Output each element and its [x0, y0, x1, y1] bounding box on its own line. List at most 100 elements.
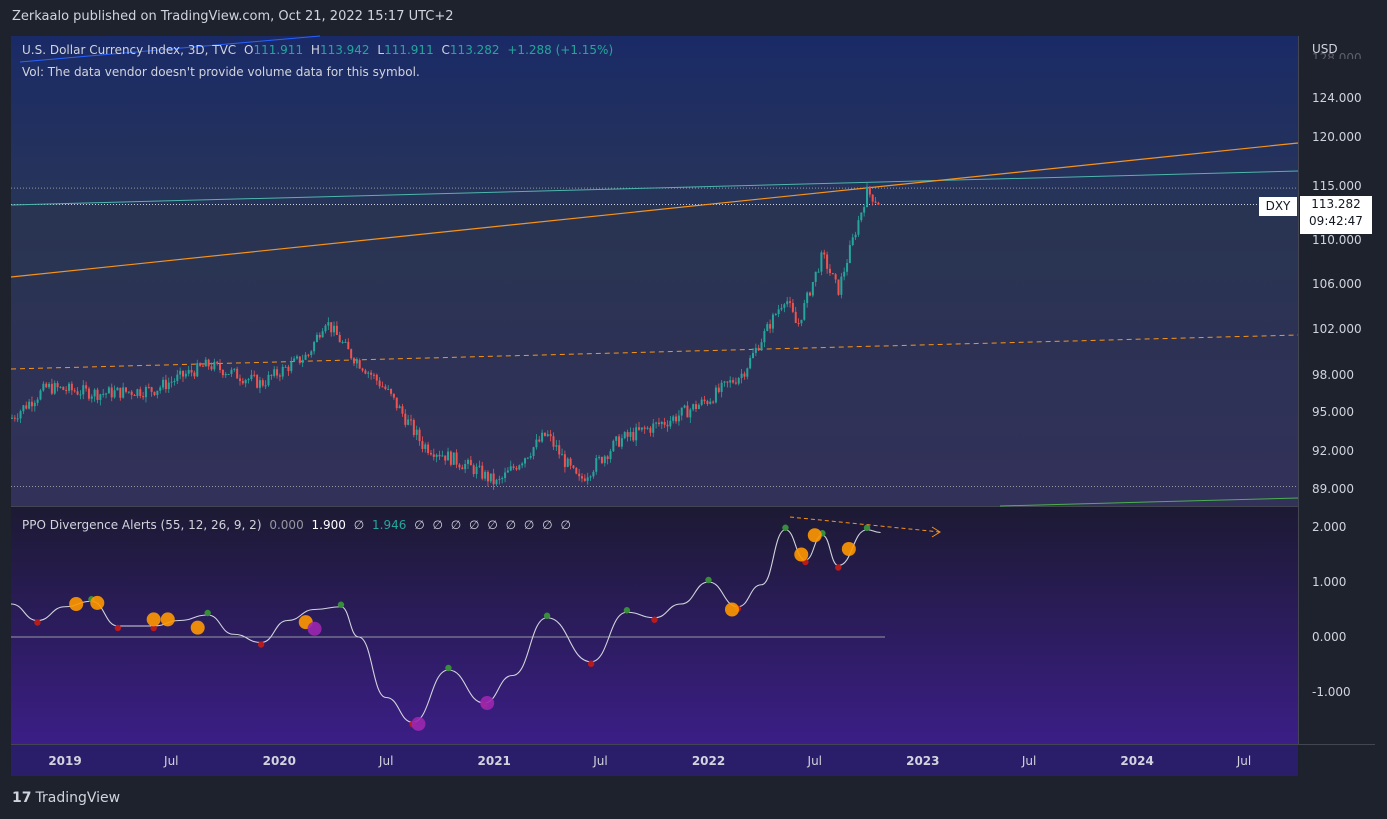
candle-body	[752, 352, 754, 358]
ppo-trough-dot	[587, 660, 595, 667]
candle-body	[36, 399, 39, 403]
candle-body	[452, 452, 455, 465]
candle-body	[868, 186, 871, 195]
candle-body	[167, 382, 170, 390]
candle-body	[30, 401, 33, 407]
candle-body	[472, 465, 475, 475]
currency-label[interactable]: USD	[1312, 42, 1338, 56]
candle-body	[666, 424, 669, 427]
candle-body	[589, 476, 592, 478]
candle-body	[407, 419, 410, 425]
close-label: C	[441, 43, 450, 57]
ppo-tick-label: 2.000	[1312, 520, 1346, 534]
candle-body	[418, 429, 421, 442]
candle-body	[797, 322, 800, 324]
candle-body	[478, 465, 481, 467]
candle-body	[338, 335, 341, 343]
candle-body	[592, 471, 595, 477]
candle-body	[68, 383, 70, 391]
price-tick-label: 110.000	[1312, 233, 1362, 247]
candle-body	[176, 374, 179, 381]
candle-body	[524, 458, 526, 464]
ppo-divergence-marker	[480, 696, 495, 710]
candle-body	[512, 466, 515, 468]
tv-brand: TradingView	[35, 790, 121, 806]
candle-body	[313, 342, 316, 352]
candle-body	[763, 330, 766, 343]
candle-body	[264, 385, 267, 387]
candle-body	[435, 454, 438, 457]
open-value: 111.911	[253, 43, 304, 57]
candle-body	[860, 212, 863, 221]
last-price-value: 113.282	[1311, 197, 1361, 211]
ppo-title[interactable]: PPO Divergence Alerts (55, 12, 26, 9, 2)	[22, 518, 262, 532]
ppo-null-5: ∅	[469, 518, 480, 532]
ppo-divergence-marker	[90, 595, 105, 610]
candle-body	[153, 391, 156, 396]
candle-body	[293, 358, 296, 362]
candle-body	[53, 383, 56, 394]
candle-body	[675, 416, 678, 422]
candle-body	[296, 356, 298, 359]
candle-body	[250, 374, 253, 380]
candle-body	[184, 373, 187, 377]
time-axis-label: Jul	[1236, 754, 1251, 768]
candle-body	[372, 374, 375, 376]
ppo-peak-dot	[623, 607, 631, 614]
candle-body	[846, 262, 849, 272]
time-axis[interactable]	[11, 744, 1298, 776]
ppo-divergence-marker	[807, 528, 822, 543]
candle-body	[324, 325, 327, 332]
candle-body	[290, 361, 293, 372]
candle-body	[789, 301, 792, 303]
candle-body	[79, 394, 82, 396]
candle-body	[578, 473, 581, 477]
candle-body	[87, 388, 90, 399]
price-tick-label: 98.000	[1312, 368, 1354, 382]
candle-body	[706, 401, 709, 404]
chart-canvas[interactable]: 124.000 120.000 115.000 110.000 106.000 102.0…	[0, 0, 1387, 819]
candle-body	[726, 381, 729, 383]
candle-body	[803, 303, 806, 320]
symbol-title[interactable]: U.S. Dollar Currency Index, 3D, TVC	[22, 43, 236, 57]
candle-body	[85, 385, 88, 389]
candle-body	[370, 372, 373, 375]
price-tick-label: 102.000	[1312, 322, 1362, 336]
candle-body	[315, 334, 318, 343]
time-axis-label: 2022	[692, 754, 725, 768]
price-tick-label: 92.000	[1312, 444, 1354, 458]
time-axis-label: Jul	[592, 754, 607, 768]
candle-body	[732, 380, 735, 383]
candle-body	[45, 383, 48, 388]
candle-body	[116, 387, 119, 391]
candle-body	[603, 456, 606, 464]
candle-body	[489, 473, 492, 482]
ppo-divergence-marker	[190, 620, 205, 635]
candle-body	[390, 388, 393, 394]
candle-body	[341, 342, 344, 344]
candle-body	[253, 374, 256, 376]
candle-body	[236, 368, 239, 379]
candle-body	[159, 387, 162, 391]
candle-body	[526, 457, 529, 459]
candle-body	[655, 422, 658, 424]
main-pane-shade	[11, 205, 1298, 506]
candle-body	[190, 369, 193, 373]
candle-body	[48, 383, 51, 388]
candle-body	[538, 439, 541, 442]
candle-body	[780, 307, 783, 310]
ppo-null-9: ∅	[542, 518, 553, 532]
ppo-tick-label: 1.000	[1312, 575, 1346, 589]
candle-body	[843, 271, 846, 277]
ppo-peak-dot	[863, 524, 871, 531]
price-tick-label: 124.000	[1312, 91, 1362, 105]
candle-body	[723, 381, 726, 383]
candle-body	[39, 390, 42, 400]
candle-body	[817, 271, 820, 273]
ppo-divergence-marker	[794, 547, 809, 562]
candle-body	[105, 393, 108, 395]
candle-body	[367, 372, 370, 374]
tradingview-logo[interactable]: 17 TradingView	[12, 790, 120, 806]
candle-body	[256, 375, 259, 388]
candle-body	[187, 369, 190, 374]
